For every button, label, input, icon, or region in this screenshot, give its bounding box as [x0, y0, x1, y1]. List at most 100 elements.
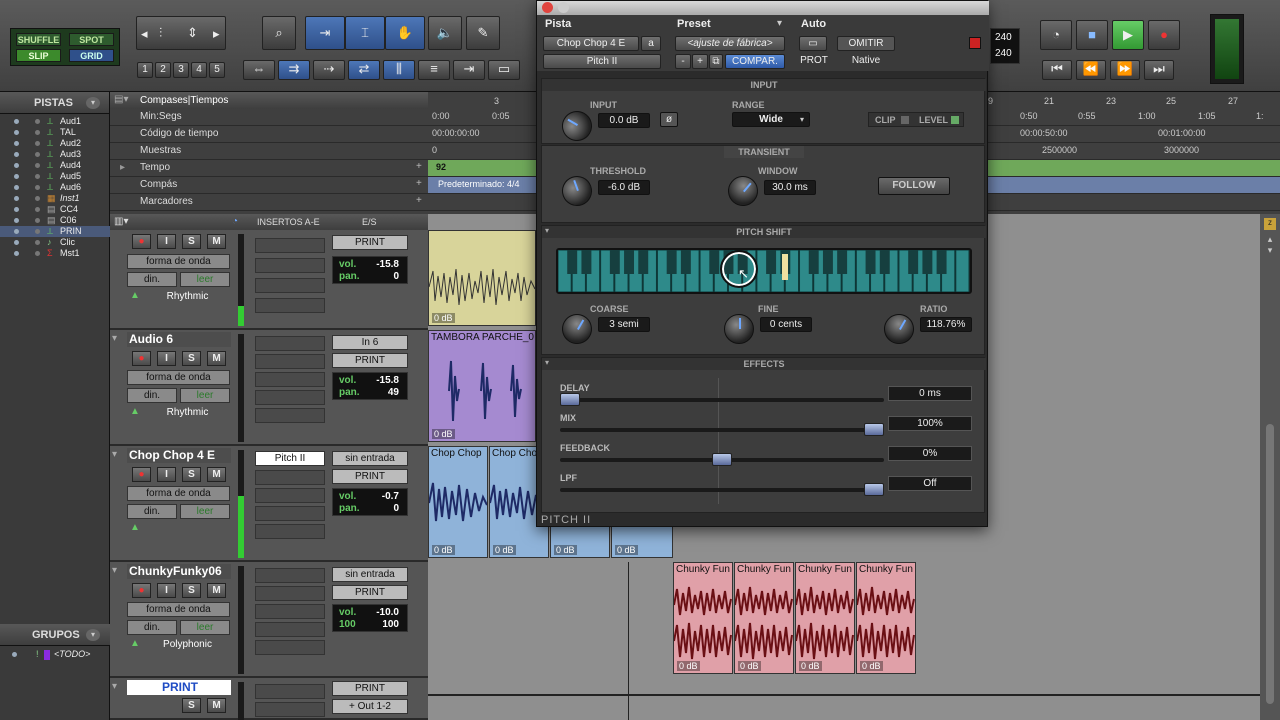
track-letter-select[interactable]: a	[641, 36, 661, 51]
plugin-select[interactable]: Pitch II	[543, 54, 661, 69]
timebase-icon[interactable]: ▲	[130, 406, 140, 417]
mute-button[interactable]: M	[207, 698, 226, 713]
playlist-select[interactable]: din.	[127, 504, 177, 519]
timebase-icon[interactable]: ▲	[130, 638, 140, 649]
output-select[interactable]: PRINT	[332, 353, 408, 368]
output-select[interactable]: PRINT	[332, 469, 408, 484]
black-key[interactable]	[638, 250, 649, 274]
clip-gain[interactable]: 0 dB	[554, 545, 577, 555]
expand-arrow-icon[interactable]: ▸	[120, 162, 125, 173]
output-path-select[interactable]: + Out 1-2	[332, 699, 408, 714]
black-key[interactable]	[766, 250, 777, 274]
insertion-follows-button[interactable]: ⫼	[383, 60, 415, 80]
black-key[interactable]	[822, 250, 833, 274]
track-list-item[interactable]: ⟂ Aud1	[0, 116, 110, 127]
lpf-value[interactable]: Off	[888, 476, 972, 491]
close-window-button[interactable]	[542, 2, 553, 13]
clip-gain[interactable]: 0 dB	[738, 661, 761, 671]
black-key[interactable]	[609, 250, 620, 274]
feedback-value[interactable]: 0%	[888, 446, 972, 461]
clip-gain[interactable]: 0 dB	[493, 545, 516, 555]
black-key[interactable]	[837, 250, 848, 274]
input-monitor-button[interactable]: I	[157, 234, 176, 249]
insert-slot[interactable]	[255, 568, 325, 583]
mute-button[interactable]: M	[207, 234, 226, 249]
black-key[interactable]	[567, 250, 578, 274]
window-value[interactable]: 30.0 ms	[764, 180, 816, 195]
record-arm-button[interactable]: ●	[132, 234, 151, 249]
record-arm-button[interactable]: ●	[132, 467, 151, 482]
track-name[interactable]: Audio 6	[127, 332, 231, 347]
view-toggle-button[interactable]: ▭	[488, 60, 520, 80]
preset-librarian-button[interactable]: ⧉	[709, 54, 723, 69]
black-key[interactable]	[581, 250, 592, 274]
range-select[interactable]: Wide	[732, 112, 810, 127]
input-select[interactable]: In 6	[332, 335, 408, 350]
track-view-select[interactable]: forma de onda	[127, 254, 230, 269]
grid-mode-button[interactable]: GRID	[69, 49, 114, 62]
track-list-item[interactable]: ⟂ Aud6	[0, 182, 110, 193]
track-list-item[interactable]: ⟂ Aud2	[0, 138, 110, 149]
preset-menu-icon[interactable]: ▾	[777, 18, 782, 29]
target-button[interactable]	[969, 37, 981, 49]
compare-button[interactable]: COMPAR.	[725, 54, 785, 69]
scroll-thumb[interactable]	[1266, 424, 1274, 704]
output-select[interactable]: PRINT	[332, 585, 408, 600]
input-monitor-button[interactable]: I	[157, 467, 176, 482]
solo-button[interactable]: S	[182, 467, 201, 482]
audio-clip[interactable]: Chop Chop 0 dB	[428, 446, 488, 558]
track-list-item[interactable]: ⟂ Aud3	[0, 149, 110, 160]
return-to-zero-button[interactable]: ⏮	[1042, 60, 1072, 80]
input-monitor-button[interactable]: I	[157, 351, 176, 366]
track-name[interactable]: ChunkyFunky06	[127, 564, 231, 579]
black-key[interactable]	[709, 250, 720, 274]
automation-mode-select[interactable]: leer	[180, 620, 230, 635]
tab-button[interactable]: ⇥	[453, 60, 485, 80]
zoom-preset-4[interactable]: 4	[191, 62, 207, 78]
output-select[interactable]: PRINT	[332, 235, 408, 250]
mute-button[interactable]: M	[207, 467, 226, 482]
track-name[interactable]: Chop Chop 4 E	[127, 448, 231, 463]
input-knob[interactable]	[556, 105, 598, 147]
audio-clip[interactable]: TAMBORA PARCHE_0 0 dB	[428, 330, 536, 442]
mute-button[interactable]: M	[207, 583, 226, 598]
lpf-slider-thumb[interactable]	[864, 483, 884, 496]
protect-button[interactable]: PROT	[799, 54, 829, 69]
pencil-tool[interactable]: ✎	[466, 16, 500, 50]
clip-gain[interactable]: 0 dB	[860, 661, 883, 671]
playlist-select[interactable]: din.	[127, 272, 177, 287]
zoom-toggle-icon[interactable]: z	[1264, 218, 1276, 230]
feedback-slider[interactable]	[560, 453, 884, 466]
record-arm-button[interactable]: ●	[132, 351, 151, 366]
insert-slot[interactable]	[255, 702, 325, 717]
zoom-preset-3[interactable]: 3	[173, 62, 189, 78]
track-list-item[interactable]: ⟂ Aud5	[0, 171, 110, 182]
insert-slot[interactable]	[255, 354, 325, 369]
insert-slot[interactable]	[255, 506, 325, 521]
zoomer-tool[interactable]: ⌕	[262, 16, 296, 50]
volume-pan-box[interactable]: vol. -0.7 pan. 0	[332, 488, 408, 516]
solo-button[interactable]: S	[182, 351, 201, 366]
black-key[interactable]	[808, 250, 819, 274]
insert-slot[interactable]	[255, 372, 325, 387]
timebase-icon[interactable]: ▲	[130, 290, 140, 301]
collapse-section-icon[interactable]: ▾	[545, 226, 549, 235]
insert-slot[interactable]	[255, 622, 325, 637]
groups-menu-button[interactable]: ▾	[86, 629, 100, 641]
input-monitor-button[interactable]: I	[157, 583, 176, 598]
automation-follows-button[interactable]: ≡	[418, 60, 450, 80]
insert-slot[interactable]	[255, 524, 325, 539]
mix-slider[interactable]	[560, 423, 884, 436]
play-button[interactable]: ▶	[1112, 20, 1144, 50]
volume-pan-box[interactable]: vol. -10.0 100 100	[332, 604, 408, 632]
track-select[interactable]: Chop Chop 4 E	[543, 36, 639, 51]
track-expand-icon[interactable]: ▾	[112, 565, 117, 576]
auto-enable-button[interactable]: ▭	[799, 36, 827, 51]
output-select[interactable]: PRINT	[332, 681, 408, 696]
spot-mode-button[interactable]: SPOT	[69, 33, 114, 46]
preset-prev-button[interactable]: -	[675, 54, 691, 69]
link-timeline-button[interactable]: ⇉	[278, 60, 310, 80]
automation-mode-select[interactable]: leer	[180, 388, 230, 403]
insert-slot[interactable]	[255, 488, 325, 503]
follow-button[interactable]: FOLLOW	[878, 177, 950, 195]
